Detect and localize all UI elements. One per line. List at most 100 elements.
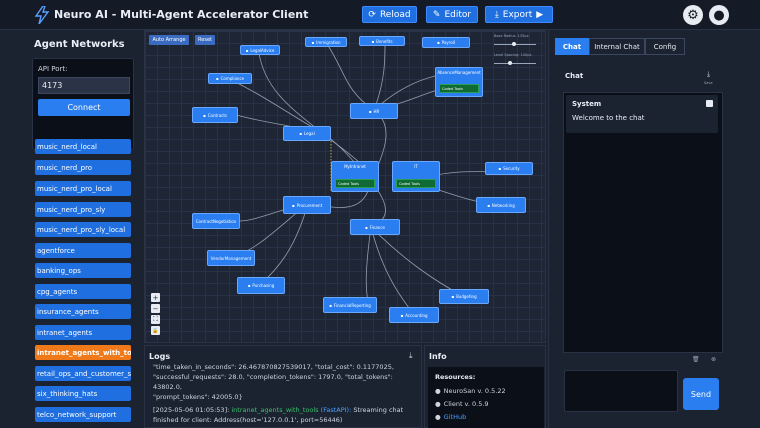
agent-icon: ▪ bbox=[487, 202, 490, 208]
sidebar-title: Agent Networks bbox=[34, 39, 125, 50]
neurosan-version-text: NeuroSan v. 0.5.22 bbox=[443, 387, 506, 395]
network-item[interactable]: banking_ops bbox=[35, 263, 131, 278]
base-radius-thumb[interactable] bbox=[512, 42, 516, 46]
save-chat-label: Save bbox=[704, 81, 713, 85]
tab-config[interactable]: Config bbox=[645, 38, 685, 55]
download-logs-icon[interactable]: ⤓ bbox=[409, 351, 413, 361]
node-purchasing[interactable]: ▪ Purchasing bbox=[237, 277, 285, 294]
logs-title: Logs bbox=[149, 352, 171, 361]
network-item[interactable]: retail_ops_and_customer_service bbox=[35, 366, 131, 381]
node-label: Security bbox=[503, 166, 520, 171]
node-label: Procurement bbox=[296, 202, 323, 208]
node-hr[interactable]: ▪ HR bbox=[350, 103, 398, 119]
network-item[interactable]: telco_network_support bbox=[35, 407, 131, 422]
zoom-in-button[interactable]: + bbox=[151, 293, 160, 302]
message-sender: System bbox=[572, 100, 602, 108]
node-label: Compliance bbox=[220, 76, 245, 81]
node-security[interactable]: ▪ Security bbox=[485, 162, 533, 175]
agent-icon: ▪ bbox=[247, 283, 251, 288]
network-item[interactable]: music_nerd_pro bbox=[35, 160, 131, 175]
coded-tools-dropdown[interactable]: Coded Tools bbox=[396, 179, 436, 188]
agent-graph-canvas[interactable]: Auto Arrange Reset Base Radius: 135px Le… bbox=[144, 30, 546, 343]
node-label: Accounting bbox=[405, 312, 428, 318]
network-item-active[interactable]: intranet_agents_with_tools bbox=[35, 345, 131, 360]
node-finance[interactable]: ▪ Finance bbox=[350, 219, 400, 235]
chat-title: Chat bbox=[565, 72, 584, 80]
network-item[interactable]: insurance_agents bbox=[35, 304, 131, 319]
edit-icon: ✎ bbox=[432, 9, 441, 20]
client-version-text: Client v. 0.5.9 bbox=[443, 400, 489, 408]
tab-chat[interactable]: Chat bbox=[555, 38, 589, 55]
user-avatar-icon[interactable]: ● bbox=[709, 5, 729, 25]
auto-arrange-button[interactable]: Auto Arrange bbox=[149, 35, 189, 45]
node-procurement[interactable]: ▪ Procurement bbox=[283, 196, 331, 214]
info-content: Resources: ● NeuroSan v. 0.5.22 ● Client v… bbox=[428, 367, 544, 428]
chat-input[interactable] bbox=[564, 370, 678, 412]
log-api: (FastAPI): bbox=[320, 406, 352, 414]
network-item[interactable]: music_nerd_pro_sly bbox=[35, 202, 131, 217]
coded-tools-dropdown[interactable]: Coded Tools bbox=[335, 179, 375, 188]
node-financialreporting[interactable]: ▪ FinancialReporting bbox=[323, 297, 377, 313]
port-input[interactable]: 4173 bbox=[38, 77, 130, 94]
node-absencemanagement[interactable]: AbsenceManagement Coded Tools bbox=[435, 67, 483, 97]
log-output: "time_taken_in_seconds": 26.467870827539… bbox=[153, 362, 415, 428]
reload-button[interactable]: ⟳ Reload bbox=[362, 6, 417, 23]
node-networking[interactable]: ▪ Networking bbox=[476, 197, 526, 213]
sidebar: Agent Networks API Port: 4173 Connect mu… bbox=[30, 30, 140, 428]
network-item[interactable]: cpg_agents bbox=[35, 284, 131, 299]
github-link[interactable]: ● GitHub bbox=[435, 413, 466, 421]
node-compliance[interactable]: ▪ Compliance bbox=[208, 73, 252, 84]
node-label: Immigration bbox=[316, 39, 341, 45]
coded-tools-dropdown[interactable]: Coded Tools bbox=[439, 84, 479, 93]
node-budgeting[interactable]: ▪ Budgeting bbox=[439, 289, 489, 304]
node-immigration[interactable]: ▪ Immigration bbox=[305, 37, 347, 47]
delete-icon[interactable]: 🗑 bbox=[692, 356, 700, 363]
agent-icon: ▪ bbox=[400, 312, 404, 318]
node-vendormanagement[interactable]: VendorManagement bbox=[207, 250, 255, 266]
network-item[interactable]: music_nerd_pro_sly_local bbox=[35, 222, 131, 237]
node-payroll[interactable]: ▪ Payroll bbox=[422, 37, 470, 48]
node-legaladvice[interactable]: ▪ LegalAdvice bbox=[240, 45, 280, 55]
agent-icon: ▪ bbox=[451, 294, 455, 299]
settings-icon[interactable]: ⚙ bbox=[683, 5, 703, 25]
export-button[interactable]: ⤓ Export ▶ bbox=[485, 6, 553, 23]
network-list[interactable]: music_nerd_local music_nerd_pro music_ne… bbox=[35, 130, 133, 428]
node-contracts[interactable]: ▪ Contracts bbox=[192, 107, 238, 123]
client-version: ● Client v. 0.5.9 bbox=[435, 400, 489, 408]
chat-history: System Welcome to the chat bbox=[563, 92, 723, 353]
network-item[interactable]: six_thinking_hats bbox=[35, 386, 131, 401]
network-item[interactable]: intranet_agents bbox=[35, 325, 131, 340]
lock-icon[interactable]: 🔒 bbox=[151, 326, 160, 335]
node-legal[interactable]: ▪ Legal bbox=[283, 126, 331, 141]
send-button[interactable]: Send bbox=[683, 378, 719, 410]
zoom-out-button[interactable]: − bbox=[151, 304, 160, 313]
copy-icon[interactable] bbox=[706, 100, 713, 107]
reset-button[interactable]: Reset bbox=[195, 35, 215, 45]
message-text: Welcome to the chat bbox=[572, 114, 645, 122]
info-panel: Info Resources: ● NeuroSan v. 0.5.22 ● Cli… bbox=[424, 345, 546, 428]
agent-icon: ▪ bbox=[245, 47, 249, 53]
github-link-text[interactable]: GitHub bbox=[444, 413, 467, 421]
node-label: VendorManagement bbox=[210, 255, 252, 261]
fit-view-button[interactable]: ⛶ bbox=[151, 315, 160, 324]
network-item[interactable]: music_nerd_local bbox=[35, 139, 131, 154]
level-spacing-slider[interactable] bbox=[494, 63, 536, 64]
node-contractnegotiation[interactable]: ContractNegotiation bbox=[192, 213, 240, 229]
agent-icon: ▪ bbox=[311, 39, 315, 45]
node-benefits[interactable]: ▪ Benefits bbox=[359, 36, 405, 46]
network-item[interactable]: agentforce bbox=[35, 243, 131, 258]
node-label: Purchasing bbox=[252, 283, 275, 288]
tab-internal-chat[interactable]: Internal Chat bbox=[589, 38, 645, 55]
node-it[interactable]: IT Coded Tools bbox=[392, 161, 440, 192]
node-myintranet[interactable]: MyIntranet Coded Tools bbox=[331, 161, 379, 192]
save-chat-icon[interactable]: ⤓ bbox=[707, 70, 710, 79]
node-label: Budgeting bbox=[456, 294, 477, 299]
close-circle-icon[interactable]: ⊗ bbox=[711, 356, 716, 363]
log-line: [2025-05-06 01:05:53]: intranet_agents_w… bbox=[153, 405, 415, 425]
editor-button[interactable]: ✎ Editor bbox=[426, 6, 478, 23]
connect-button[interactable]: Connect bbox=[38, 99, 130, 116]
network-item[interactable]: music_nerd_pro_local bbox=[35, 181, 131, 196]
node-label: IT bbox=[414, 164, 418, 169]
node-accounting[interactable]: ▪ Accounting bbox=[389, 307, 439, 323]
level-spacing-thumb[interactable] bbox=[508, 61, 512, 65]
